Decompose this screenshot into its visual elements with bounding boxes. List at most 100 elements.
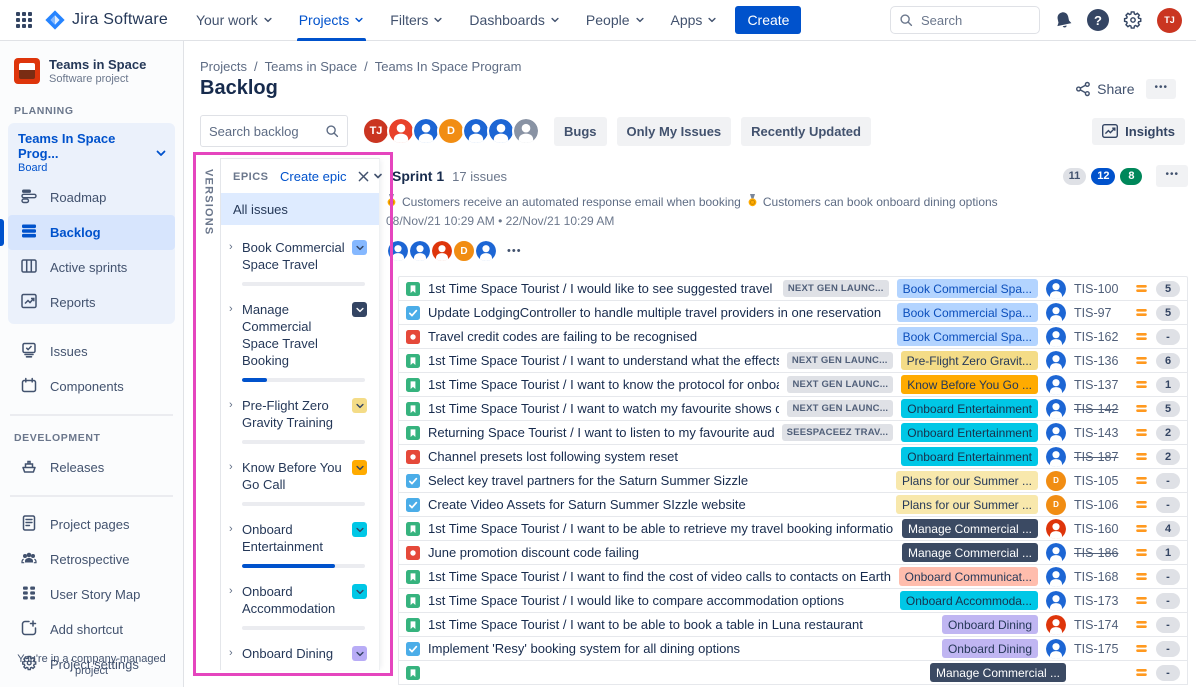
story-points-badge[interactable]: - (1156, 497, 1180, 513)
nav-item-dashboards[interactable]: Dashboards (459, 0, 570, 41)
epic-tag[interactable]: Book Commercial Spa... (897, 303, 1038, 322)
assignee-filter-avatar[interactable]: D (437, 117, 465, 145)
global-search-input[interactable] (921, 13, 1021, 28)
chevron-right-icon[interactable]: › (229, 301, 237, 369)
create-epic-link[interactable]: Create epic (280, 169, 346, 184)
epic-tag[interactable]: Onboard Dining (942, 639, 1038, 658)
story-points-badge[interactable]: 5 (1156, 305, 1180, 321)
story-points-badge[interactable]: 2 (1156, 449, 1180, 465)
epic-list-item[interactable]: ›Manage Commercial Space Travel Booking (229, 301, 367, 382)
epic-tag[interactable]: Onboard Entertainment (901, 399, 1038, 418)
versions-label[interactable]: VERSIONS (203, 161, 215, 667)
sidebar-item-add-shortcut[interactable]: Add shortcut (8, 612, 175, 647)
epic-tag[interactable]: Book Commercial Spa... (897, 327, 1038, 346)
issue-row[interactable]: Implement 'Resy' booking system for all … (398, 636, 1188, 661)
story-points-badge[interactable]: 2 (1156, 425, 1180, 441)
issue-row[interactable]: June promotion discount code failingMana… (398, 540, 1188, 565)
issue-row[interactable]: Create Video Assets for Saturn Summer SI… (398, 492, 1188, 517)
epic-tag[interactable]: Onboard Entertainment (901, 447, 1038, 466)
chevron-right-icon[interactable]: › (229, 397, 237, 431)
story-points-badge[interactable]: 1 (1156, 377, 1180, 393)
help-icon[interactable]: ? (1087, 9, 1109, 31)
epic-color-dropdown-icon[interactable] (352, 522, 367, 537)
issue-row[interactable]: 1st Time Space Tourist / I would like to… (398, 276, 1188, 301)
user-avatar[interactable]: TJ (1157, 8, 1182, 33)
sprint-assignee-avatar[interactable] (430, 239, 454, 263)
issue-row[interactable]: 1st Time Space Tourist / I want to find … (398, 564, 1188, 589)
epic-color-dropdown-icon[interactable] (352, 460, 367, 475)
nav-item-filters[interactable]: Filters (380, 0, 453, 41)
issue-assignee-avatar[interactable] (1046, 639, 1066, 659)
epic-color-dropdown-icon[interactable] (352, 398, 367, 413)
issue-row[interactable]: 1st Time Space Tourist / I would like to… (398, 588, 1188, 613)
issue-assignee-avatar[interactable] (1046, 447, 1066, 467)
issue-row[interactable]: 1st Time Space Tourist / I want to be ab… (398, 612, 1188, 637)
backlog-search-input[interactable] (209, 124, 314, 139)
notifications-bell-icon[interactable] (1052, 9, 1075, 32)
jira-logo[interactable]: Jira Software (44, 9, 168, 31)
issue-assignee-avatar[interactable] (1046, 351, 1066, 371)
assignee-filter-avatar[interactable] (487, 117, 515, 145)
insights-button[interactable]: Insights (1092, 118, 1185, 145)
app-switcher-icon[interactable] (10, 6, 38, 34)
sprint-assignee-avatar[interactable] (474, 239, 498, 263)
story-points-badge[interactable]: - (1156, 473, 1180, 489)
issue-assignee-avatar[interactable] (1046, 327, 1066, 347)
filter-button-bugs[interactable]: Bugs (554, 117, 607, 146)
filter-button-only-my-issues[interactable]: Only My Issues (617, 117, 732, 146)
chevron-right-icon[interactable]: › (229, 583, 237, 617)
versions-strip[interactable]: VERSIONS (197, 161, 220, 667)
issue-row[interactable]: Manage Commercial ...- (398, 660, 1188, 685)
issue-assignee-avatar[interactable] (1046, 591, 1066, 611)
sprint-collapse-chevron-icon[interactable] (372, 170, 384, 182)
all-issues-filter[interactable]: All issues (221, 193, 379, 225)
epic-tag[interactable]: Manage Commercial ... (930, 663, 1066, 682)
story-points-badge[interactable]: - (1156, 569, 1180, 585)
epic-tag[interactable]: Onboard Accommoda... (900, 591, 1038, 610)
issue-assignee-avatar[interactable] (1046, 303, 1066, 323)
nav-item-apps[interactable]: Apps (661, 0, 728, 41)
issue-row[interactable]: 1st Time Space Tourist / I want to under… (398, 348, 1188, 373)
epic-list-item[interactable]: ›Onboard Dining (229, 645, 367, 670)
epic-color-dropdown-icon[interactable] (352, 240, 367, 255)
issue-assignee-avatar[interactable] (1046, 519, 1066, 539)
epic-tag[interactable]: Pre-Flight Zero Gravit... (901, 351, 1038, 370)
issue-assignee-avatar[interactable] (1046, 543, 1066, 563)
issue-row[interactable]: 1st Time Space Tourist / I want to know … (398, 372, 1188, 397)
assignee-filter-avatar[interactable] (412, 117, 440, 145)
story-points-badge[interactable]: 5 (1156, 281, 1180, 297)
story-points-badge[interactable]: 6 (1156, 353, 1180, 369)
story-points-badge[interactable]: - (1156, 641, 1180, 657)
epic-list-item[interactable]: ›Know Before You Go Call (229, 459, 367, 506)
issue-row[interactable]: Returning Space Tourist / I want to list… (398, 420, 1188, 445)
epic-color-dropdown-icon[interactable] (352, 302, 367, 317)
sprint-assignee-avatar[interactable] (408, 239, 432, 263)
chevron-right-icon[interactable]: › (229, 239, 237, 273)
sprint-name[interactable]: Sprint 1 (392, 168, 444, 184)
story-points-badge[interactable]: 1 (1156, 545, 1180, 561)
issue-row[interactable]: 1st Time Space Tourist / I want to watch… (398, 396, 1188, 421)
epic-list-item[interactable]: ›Onboard Accommodation (229, 583, 367, 630)
sprint-avatars-more-button[interactable]: ••• (507, 245, 522, 257)
sprint-assignee-avatar[interactable] (386, 239, 410, 263)
settings-gear-icon[interactable] (1123, 10, 1143, 30)
chevron-right-icon[interactable]: › (229, 459, 237, 493)
close-epics-panel-icon[interactable] (358, 171, 369, 182)
issue-assignee-avatar[interactable] (1046, 399, 1066, 419)
issue-assignee-avatar[interactable] (1046, 279, 1066, 299)
assignee-filter-avatar[interactable] (387, 117, 415, 145)
story-points-badge[interactable]: - (1156, 329, 1180, 345)
story-points-badge[interactable]: - (1156, 617, 1180, 633)
story-points-badge[interactable]: 4 (1156, 521, 1180, 537)
assignee-filter-avatar[interactable] (512, 117, 540, 145)
assignee-filter-avatar[interactable] (462, 117, 490, 145)
sidebar-item-backlog[interactable]: Backlog (8, 215, 175, 250)
breadcrumb-link[interactable]: Teams in Space (265, 59, 358, 74)
epic-color-dropdown-icon[interactable] (352, 584, 367, 599)
epic-tag[interactable]: Plans for our Summer ... (896, 495, 1038, 514)
backlog-search[interactable] (200, 115, 348, 147)
sidebar-item-roadmap[interactable]: Roadmap (8, 180, 175, 215)
nav-item-your-work[interactable]: Your work (186, 0, 283, 41)
issue-row[interactable]: Channel presets lost following system re… (398, 444, 1188, 469)
filter-button-recently-updated[interactable]: Recently Updated (741, 117, 871, 146)
